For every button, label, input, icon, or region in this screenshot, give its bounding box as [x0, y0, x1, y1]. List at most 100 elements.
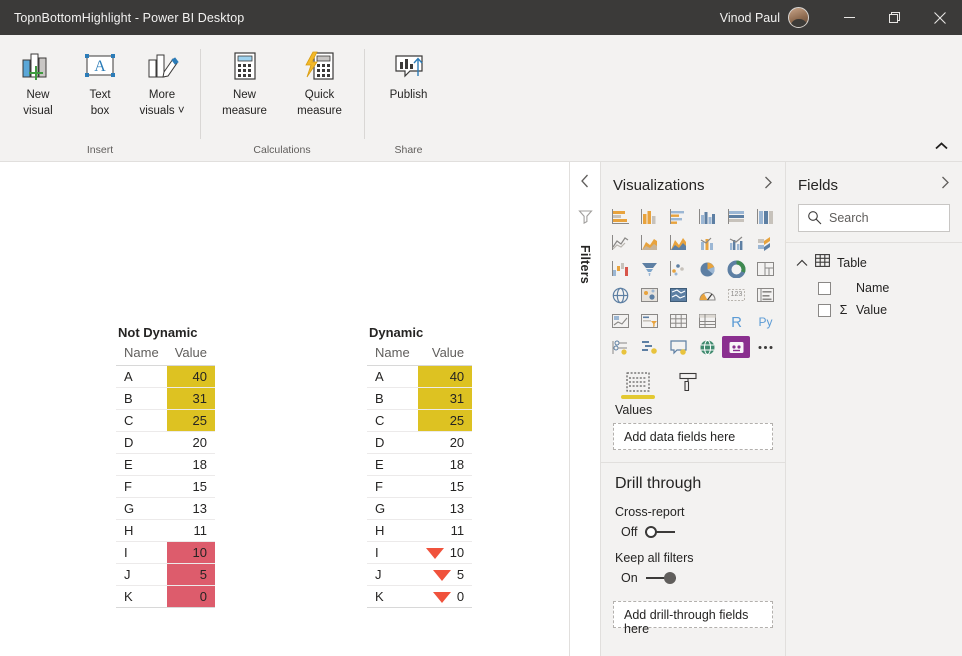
cell-name[interactable]: A [116, 365, 167, 388]
treemap-icon[interactable] [751, 258, 779, 280]
column-header-name[interactable]: Name [367, 344, 418, 366]
collapse-fields-button[interactable] [941, 176, 950, 194]
filled-map-icon[interactable] [636, 284, 664, 306]
collapse-ribbon-button[interactable] [930, 137, 952, 155]
table-row[interactable]: F 15 [367, 475, 473, 498]
kpi-icon[interactable] [607, 310, 635, 332]
field-item[interactable]: Σ Value [786, 299, 962, 321]
visual-not-dynamic[interactable]: Not Dynamic Name Value A 40 B 31 C 25 D 20 E 18 F 1… [116, 325, 215, 608]
scatter-chart-icon[interactable] [665, 258, 693, 280]
cell-name[interactable]: F [367, 475, 418, 498]
cell-value[interactable]: 31 [166, 387, 215, 410]
table-row[interactable]: K0 [367, 585, 473, 608]
cell-name[interactable]: J [116, 563, 167, 586]
more-options-icon[interactable] [751, 336, 779, 358]
r-script-visual-icon[interactable]: R [722, 310, 750, 332]
report-canvas[interactable]: Not Dynamic Name Value A 40 B 31 C 25 D 20 E 18 F 1… [0, 162, 569, 656]
fields-tab[interactable] [621, 372, 655, 399]
cell-name[interactable]: G [367, 497, 418, 520]
pie-chart-icon[interactable] [694, 258, 722, 280]
key-influencers-icon[interactable] [607, 336, 635, 358]
column-header-value[interactable]: Value [166, 344, 215, 366]
table-row[interactable]: E 18 [367, 453, 473, 476]
cell-value[interactable]: 10 [417, 541, 473, 564]
cell-name[interactable]: E [367, 453, 418, 476]
slicer-icon[interactable] [636, 310, 664, 332]
stacked-area-chart-icon[interactable] [665, 232, 693, 254]
cell-name[interactable]: C [116, 409, 167, 432]
cell-name[interactable]: H [116, 519, 167, 542]
chevron-collapse-icon[interactable] [796, 254, 808, 272]
table-row[interactable]: H 11 [116, 519, 215, 542]
clustered-bar-chart-icon[interactable] [665, 206, 693, 228]
table-row[interactable]: J5 [367, 563, 473, 586]
table-row[interactable]: C 25 [116, 409, 215, 432]
table-row[interactable]: G 13 [367, 497, 473, 520]
cell-name[interactable]: K [116, 585, 167, 608]
clustered-column-chart-icon[interactable] [694, 206, 722, 228]
table-row[interactable]: G 13 [116, 497, 215, 520]
visual-dynamic[interactable]: Dynamic Name Value A 40 B 31 C 25 D 20 E 18 F 15 G 13… [367, 325, 473, 608]
waterfall-chart-icon[interactable] [607, 258, 635, 280]
column-header-value[interactable]: Value [417, 344, 473, 366]
text-box-button[interactable]: A Text box [69, 41, 131, 118]
ribbon-chart-icon[interactable] [751, 232, 779, 254]
keep-all-filters-toggle[interactable] [645, 572, 676, 584]
cross-report-toggle[interactable] [645, 526, 676, 538]
decomposition-tree-icon[interactable] [636, 336, 664, 358]
cell-value[interactable]: 5 [166, 563, 215, 586]
cell-value[interactable]: 25 [417, 409, 473, 432]
format-tab[interactable] [671, 372, 705, 399]
100-percent-stacked-column-chart-icon[interactable] [751, 206, 779, 228]
restore-button[interactable] [872, 0, 917, 35]
cell-value[interactable]: 5 [417, 563, 473, 586]
table-row[interactable]: H 11 [367, 519, 473, 542]
drill-through-dropzone[interactable]: Add drill-through fields here [613, 601, 773, 636]
minimize-button[interactable] [827, 0, 872, 35]
cell-name[interactable]: B [116, 387, 167, 410]
avatar[interactable] [788, 7, 809, 28]
publish-button[interactable]: Publish [371, 41, 446, 103]
more-visuals-button[interactable]: More visuals ˅ [131, 41, 193, 118]
fields-search-input[interactable] [798, 204, 950, 232]
field-checkbox[interactable] [818, 303, 831, 317]
qna-icon[interactable] [665, 336, 693, 358]
close-button[interactable] [917, 0, 962, 35]
cell-value[interactable]: 0 [166, 585, 215, 608]
field-item[interactable]: Name [786, 277, 962, 299]
cell-value[interactable]: 10 [166, 541, 215, 564]
paginated-report-icon[interactable] [722, 336, 751, 358]
fields-table-node[interactable]: Table [786, 249, 962, 277]
donut-chart-icon[interactable] [722, 258, 750, 280]
cell-value[interactable]: 11 [417, 519, 473, 542]
cell-value[interactable]: 0 [417, 585, 473, 608]
table-row[interactable]: I 10 [116, 541, 215, 564]
cell-name[interactable]: D [116, 431, 167, 454]
table-row[interactable]: A 40 [116, 365, 215, 388]
table-row[interactable]: B 31 [116, 387, 215, 410]
values-dropzone[interactable]: Add data fields here [613, 423, 773, 450]
table-row[interactable]: C 25 [367, 409, 473, 432]
cell-name[interactable]: E [116, 453, 167, 476]
cell-name[interactable]: J [367, 563, 418, 586]
smart-narrative-icon[interactable] [694, 336, 722, 358]
stacked-bar-chart-icon[interactable] [607, 206, 635, 228]
cell-name[interactable]: G [116, 497, 167, 520]
cell-name[interactable]: F [116, 475, 167, 498]
cell-value[interactable]: 13 [166, 497, 215, 520]
cell-name[interactable]: I [367, 541, 418, 564]
quick-measure-button[interactable]: Quick measure [282, 41, 357, 118]
cross-report-toggle-row[interactable]: Off [601, 523, 785, 547]
shape-map-icon[interactable] [665, 284, 693, 306]
cell-value[interactable]: 40 [417, 365, 473, 388]
table-row[interactable]: F 15 [116, 475, 215, 498]
cell-name[interactable]: B [367, 387, 418, 410]
table-icon[interactable] [665, 310, 693, 332]
cell-value[interactable]: 40 [166, 365, 215, 388]
cell-name[interactable]: H [367, 519, 418, 542]
matrix-icon[interactable] [694, 310, 722, 332]
table-row[interactable]: B 31 [367, 387, 473, 410]
table-row[interactable]: K0 [116, 585, 215, 608]
cell-value[interactable]: 20 [417, 431, 473, 454]
field-checkbox[interactable] [818, 281, 831, 295]
